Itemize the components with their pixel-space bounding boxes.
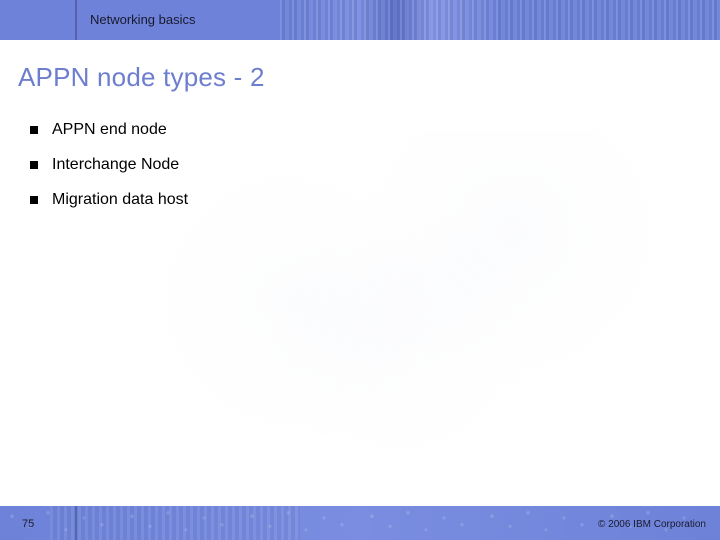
slide-container: Networking basics APPN node types - 2 AP… [0,0,720,540]
footer-decorative-stripes [50,506,300,540]
bullet-icon [30,126,38,134]
list-item: Migration data host [30,190,670,211]
bullet-text: APPN end node [52,120,167,141]
header-title: Networking basics [90,12,196,27]
footer-band: 75 © 2006 IBM Corporation [0,506,720,540]
bullet-icon [30,196,38,204]
header-band: Networking basics [0,0,720,40]
bullet-list: APPN end node Interchange Node Migration… [30,120,670,224]
slide-title: APPN node types - 2 [18,62,265,93]
bullet-text: Interchange Node [52,155,179,176]
list-item: APPN end node [30,120,670,141]
copyright-text: © 2006 IBM Corporation [598,519,706,530]
list-item: Interchange Node [30,155,670,176]
header-separator-line [75,0,77,40]
header-decorative-stripes [280,0,720,40]
footer-separator-line [75,506,77,540]
page-number: 75 [22,518,34,530]
bullet-text: Migration data host [52,190,188,211]
bullet-icon [30,161,38,169]
